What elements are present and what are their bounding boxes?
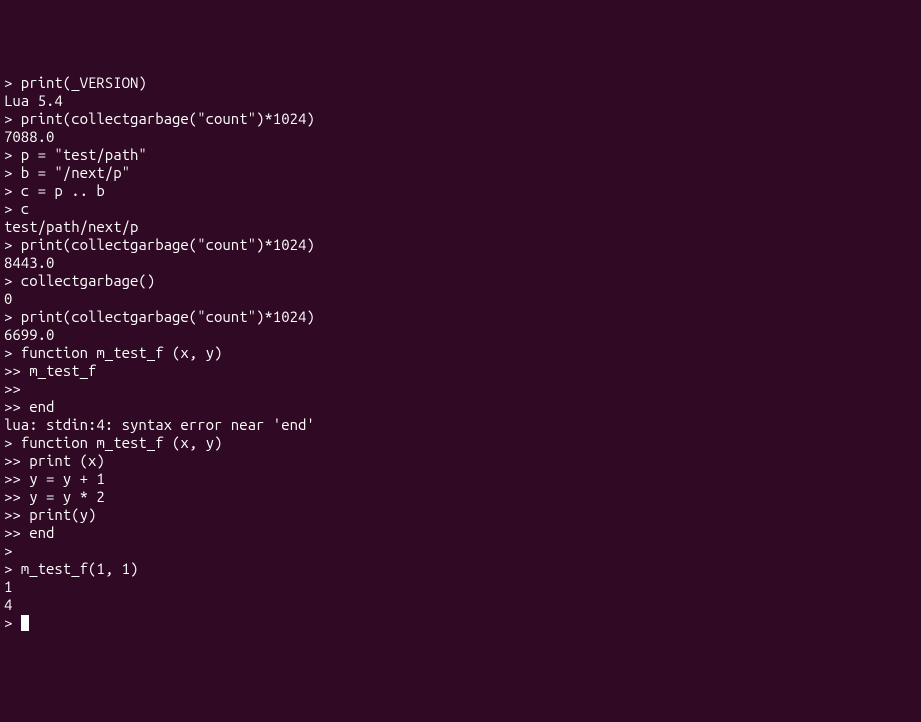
terminal-line: 4: [4, 596, 917, 614]
terminal-line: >> print(y): [4, 506, 917, 524]
terminal-output[interactable]: > print(_VERSION)Lua 5.4> print(collectg…: [4, 74, 917, 632]
terminal-line: >>: [4, 380, 917, 398]
terminal-line: Lua 5.4: [4, 92, 917, 110]
terminal-line: 8443.0: [4, 254, 917, 272]
terminal-line: > print(_VERSION): [4, 74, 917, 92]
terminal-line: > function m_test_f (x, y): [4, 434, 917, 452]
terminal-line: >> end: [4, 524, 917, 542]
terminal-line: > c = p .. b: [4, 182, 917, 200]
cursor: [21, 615, 29, 631]
terminal-line: > collectgarbage(): [4, 272, 917, 290]
terminal-line: 6699.0: [4, 326, 917, 344]
terminal-line: >> y = y + 1: [4, 470, 917, 488]
terminal-line: lua: stdin:4: syntax error near 'end': [4, 416, 917, 434]
terminal-line: > print(collectgarbage("count")*1024): [4, 110, 917, 128]
terminal-line: > c: [4, 200, 917, 218]
terminal-line: >> print (x): [4, 452, 917, 470]
terminal-line: > function m_test_f (x, y): [4, 344, 917, 362]
terminal-line: > print(collectgarbage("count")*1024): [4, 236, 917, 254]
terminal-line: >: [4, 614, 917, 632]
terminal-line: > m_test_f(1, 1): [4, 560, 917, 578]
terminal-line: > p = "test/path": [4, 146, 917, 164]
terminal-line: > b = "/next/p": [4, 164, 917, 182]
terminal-line: test/path/next/p: [4, 218, 917, 236]
terminal-line: >> end: [4, 398, 917, 416]
terminal-line: >> y = y * 2: [4, 488, 917, 506]
terminal-line: >> m_test_f: [4, 362, 917, 380]
terminal-line: > print(collectgarbage("count")*1024): [4, 308, 917, 326]
terminal-line: 7088.0: [4, 128, 917, 146]
terminal-line: 0: [4, 290, 917, 308]
terminal-line: >: [4, 542, 917, 560]
terminal-line: 1: [4, 578, 917, 596]
